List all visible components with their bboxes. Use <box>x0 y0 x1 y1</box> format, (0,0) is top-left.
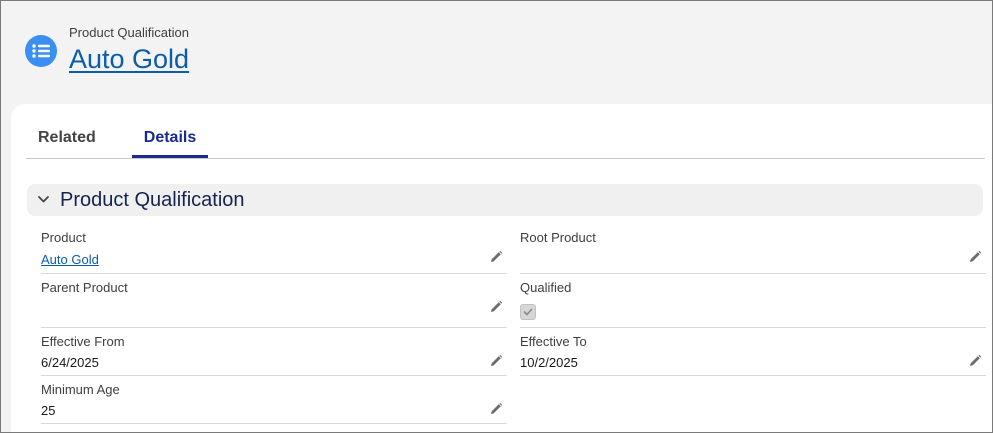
list-icon <box>25 35 57 67</box>
record-title-link[interactable]: Auto Gold <box>69 44 189 75</box>
field-label: Effective To <box>520 334 587 349</box>
field-value: 10/2/2025 <box>520 355 578 370</box>
checkmark-icon <box>523 308 533 316</box>
object-type-label: Product Qualification <box>69 25 189 40</box>
pencil-edit-icon[interactable] <box>489 402 503 416</box>
field-label: Effective From <box>41 334 125 349</box>
pencil-edit-icon[interactable] <box>489 300 503 314</box>
tab-details[interactable]: Details <box>132 129 208 158</box>
field-effective-to: Effective To 10/2/2025 <box>520 334 986 376</box>
field-parent-product: Parent Product <box>41 280 507 328</box>
chevron-down-icon <box>38 196 49 203</box>
field-value: 25 <box>41 403 56 418</box>
page-frame: Product Qualification Auto Gold Related … <box>0 0 993 433</box>
section-header-product-qualification[interactable]: Product Qualification <box>27 184 983 216</box>
pencil-edit-icon[interactable] <box>489 250 503 264</box>
field-value: 6/24/2025 <box>41 355 99 370</box>
qualified-checkbox[interactable] <box>520 304 536 320</box>
field-root-product: Root Product <box>520 230 986 274</box>
field-label: Root Product <box>520 230 596 245</box>
field-label: Qualified <box>520 280 572 295</box>
field-effective-from: Effective From 6/24/2025 <box>41 334 507 376</box>
pencil-edit-icon[interactable] <box>489 354 503 368</box>
record-detail-card: Related Details Product Qualification Pr… <box>11 104 992 432</box>
field-minimum-age: Minimum Age 25 <box>41 382 507 424</box>
product-link[interactable]: Auto Gold <box>41 252 99 267</box>
field-label: Minimum Age <box>41 382 120 397</box>
tab-related[interactable]: Related <box>38 129 96 147</box>
pencil-edit-icon[interactable] <box>968 250 982 264</box>
field-label: Parent Product <box>41 280 128 295</box>
field-product: Product Auto Gold <box>41 230 507 274</box>
section-title: Product Qualification <box>60 189 245 211</box>
field-qualified: Qualified <box>520 280 986 328</box>
tab-bar: Related Details <box>26 104 985 159</box>
field-label: Product <box>41 230 86 245</box>
pencil-edit-icon[interactable] <box>968 354 982 368</box>
